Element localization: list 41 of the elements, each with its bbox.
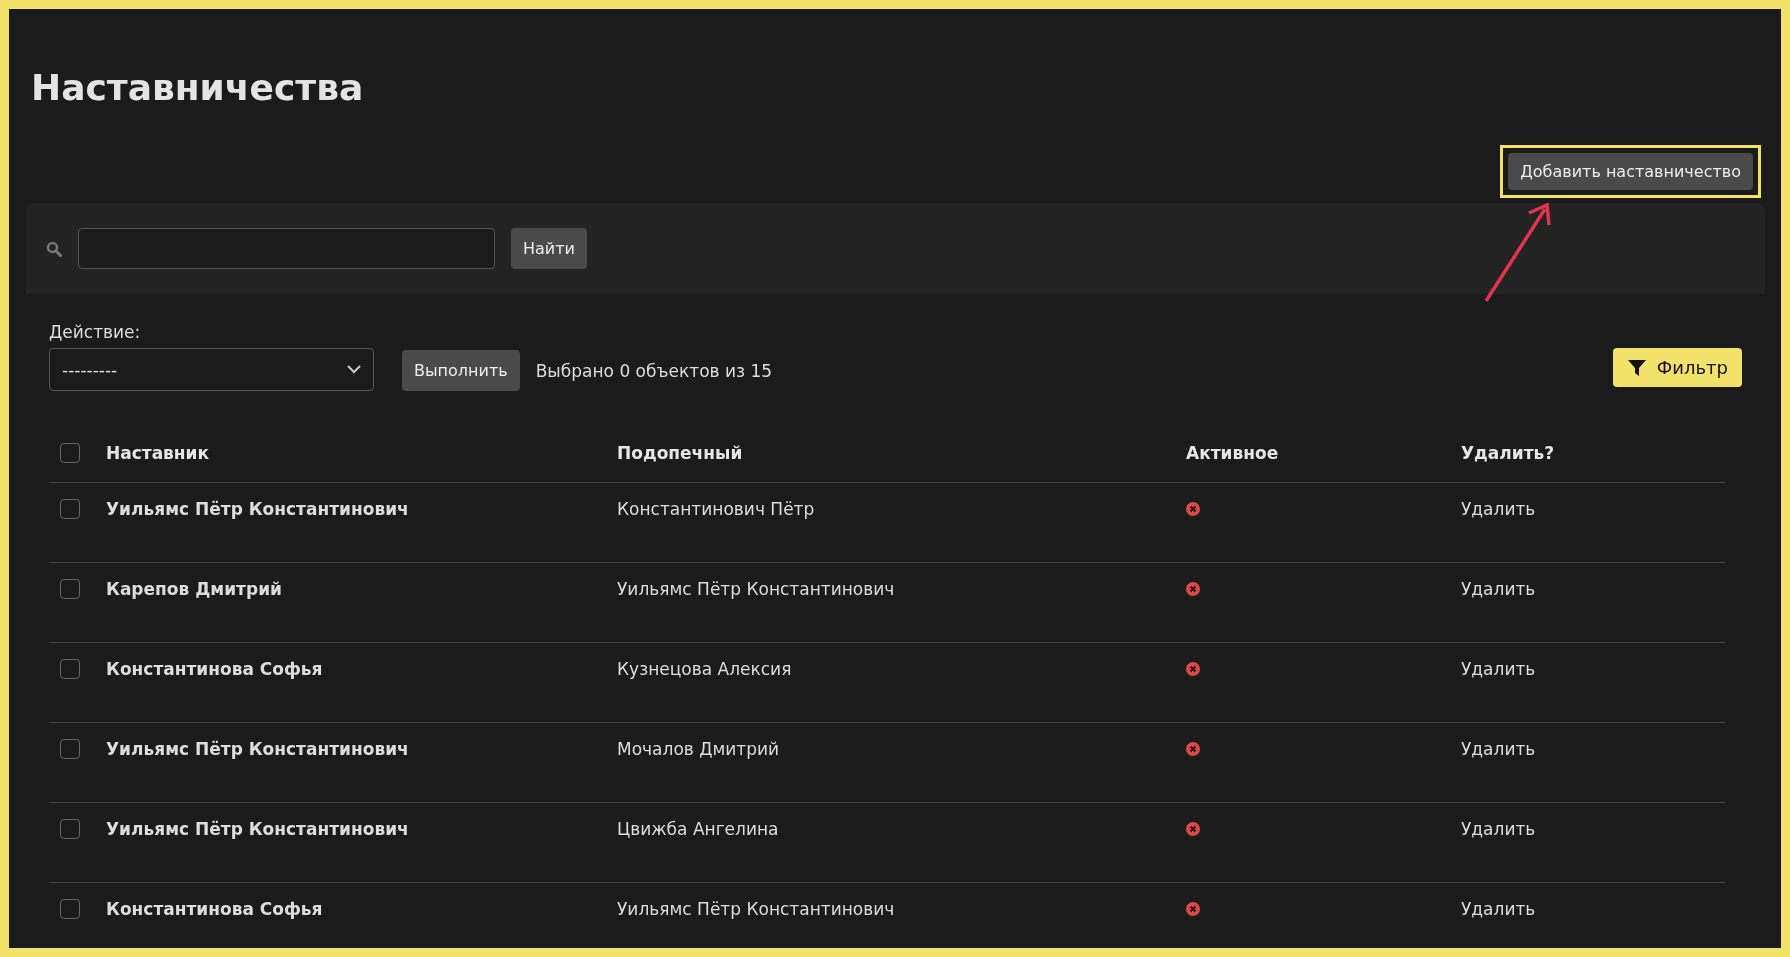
- mentor-name: Уильямс Пётр Константинович: [106, 499, 410, 519]
- checkbox[interactable]: [60, 819, 80, 839]
- column-header: Подопечный: [617, 442, 744, 463]
- delete-link[interactable]: Удалить: [1461, 819, 1725, 839]
- column-header: Наставник: [106, 442, 211, 463]
- mentor-name: Карепов Дмитрий: [106, 579, 283, 599]
- action-select[interactable]: ---------: [49, 348, 374, 391]
- mentee-name: Мочалов Дмитрий: [617, 739, 781, 759]
- mentee-name: Константинович Пётр: [617, 499, 816, 519]
- funnel-icon: [1626, 357, 1647, 378]
- mentor-name: Уильямс Пётр Константинович: [106, 819, 410, 839]
- page-title: Наставничества: [30, 66, 365, 110]
- mentee-name: Уильямс Пётр Константинович: [617, 579, 896, 599]
- search-field[interactable]: [78, 228, 495, 269]
- mentee-name: Уильямс Пётр Константинович: [617, 899, 896, 919]
- run-button[interactable]: Выполнить: [402, 350, 520, 391]
- selection-count: Выбрано 0 объектов из 15: [535, 361, 773, 383]
- search-button[interactable]: Найти: [511, 228, 587, 269]
- checkbox[interactable]: [60, 739, 80, 759]
- checkbox[interactable]: [60, 899, 80, 919]
- mentee-name: Цвижба Ангелина: [617, 819, 780, 839]
- mentor-name: Уильямс Пётр Константинович: [106, 739, 410, 759]
- mentor-name: Константинова Софья: [106, 659, 324, 679]
- checkbox[interactable]: [60, 579, 80, 599]
- delete-link[interactable]: Удалить: [1461, 899, 1725, 919]
- mentee-name: Кузнецова Алексия: [617, 659, 793, 679]
- action-label: Действие:: [49, 322, 142, 342]
- checkbox[interactable]: [60, 499, 80, 519]
- delete-link[interactable]: Удалить: [1461, 739, 1725, 759]
- mentor-name: Константинова Софья: [106, 899, 324, 919]
- checkbox[interactable]: [60, 442, 80, 463]
- search-icon: [46, 240, 62, 257]
- chevron-icon: [347, 365, 361, 374]
- column-header: Удалить?: [1461, 442, 1556, 463]
- delete-link[interactable]: Удалить: [1461, 499, 1725, 519]
- filter-button[interactable]: Фильтр: [1612, 348, 1742, 387]
- checkbox[interactable]: [60, 659, 80, 679]
- delete-link[interactable]: Удалить: [1461, 659, 1725, 679]
- column-header: Активное: [1186, 442, 1280, 463]
- add-mentorship-button[interactable]: Добавить наставничество: [1508, 153, 1753, 190]
- delete-link[interactable]: Удалить: [1461, 579, 1725, 599]
